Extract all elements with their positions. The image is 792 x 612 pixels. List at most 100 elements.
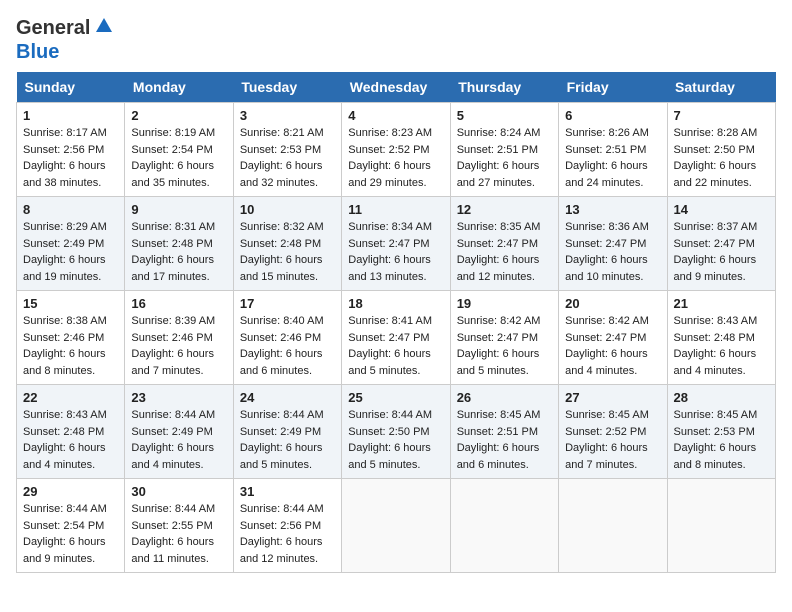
daylight-label: Daylight: 6 hours and 24 minutes. bbox=[565, 160, 648, 189]
calendar-week-1: 1 Sunrise: 8:17 AM Sunset: 2:56 PM Dayli… bbox=[17, 103, 776, 197]
day-info: Sunrise: 8:45 AM Sunset: 2:51 PM Dayligh… bbox=[457, 407, 552, 473]
sunrise-label: Sunrise: 8:44 AM bbox=[348, 409, 432, 421]
day-info: Sunrise: 8:37 AM Sunset: 2:47 PM Dayligh… bbox=[674, 219, 769, 285]
sunrise-label: Sunrise: 8:19 AM bbox=[131, 127, 215, 139]
calendar-cell: 30 Sunrise: 8:44 AM Sunset: 2:55 PM Dayl… bbox=[125, 479, 233, 573]
sunrise-label: Sunrise: 8:39 AM bbox=[131, 315, 215, 327]
day-number: 28 bbox=[674, 390, 769, 405]
day-info: Sunrise: 8:43 AM Sunset: 2:48 PM Dayligh… bbox=[674, 313, 769, 379]
day-number: 25 bbox=[348, 390, 443, 405]
calendar-cell: 8 Sunrise: 8:29 AM Sunset: 2:49 PM Dayli… bbox=[17, 197, 125, 291]
calendar-cell: 11 Sunrise: 8:34 AM Sunset: 2:47 PM Dayl… bbox=[342, 197, 450, 291]
sunset-label: Sunset: 2:46 PM bbox=[240, 332, 321, 344]
calendar-body: 1 Sunrise: 8:17 AM Sunset: 2:56 PM Dayli… bbox=[17, 103, 776, 573]
day-info: Sunrise: 8:26 AM Sunset: 2:51 PM Dayligh… bbox=[565, 125, 660, 191]
sunset-label: Sunset: 2:48 PM bbox=[131, 238, 212, 250]
sunset-label: Sunset: 2:47 PM bbox=[565, 332, 646, 344]
logo: General Blue bbox=[16, 16, 113, 64]
calendar-week-3: 15 Sunrise: 8:38 AM Sunset: 2:46 PM Dayl… bbox=[17, 291, 776, 385]
daylight-label: Daylight: 6 hours and 15 minutes. bbox=[240, 254, 323, 283]
weekday-header-thursday: Thursday bbox=[450, 72, 558, 103]
daylight-label: Daylight: 6 hours and 35 minutes. bbox=[131, 160, 214, 189]
day-info: Sunrise: 8:36 AM Sunset: 2:47 PM Dayligh… bbox=[565, 219, 660, 285]
calendar-cell: 23 Sunrise: 8:44 AM Sunset: 2:49 PM Dayl… bbox=[125, 385, 233, 479]
day-info: Sunrise: 8:35 AM Sunset: 2:47 PM Dayligh… bbox=[457, 219, 552, 285]
sunrise-label: Sunrise: 8:43 AM bbox=[23, 409, 107, 421]
sunrise-label: Sunrise: 8:35 AM bbox=[457, 221, 541, 233]
daylight-label: Daylight: 6 hours and 38 minutes. bbox=[23, 160, 106, 189]
page-header: General Blue bbox=[16, 16, 776, 64]
calendar-cell: 3 Sunrise: 8:21 AM Sunset: 2:53 PM Dayli… bbox=[233, 103, 341, 197]
calendar-cell: 27 Sunrise: 8:45 AM Sunset: 2:52 PM Dayl… bbox=[559, 385, 667, 479]
sunset-label: Sunset: 2:50 PM bbox=[348, 426, 429, 438]
sunset-label: Sunset: 2:47 PM bbox=[674, 238, 755, 250]
daylight-label: Daylight: 6 hours and 27 minutes. bbox=[457, 160, 540, 189]
day-info: Sunrise: 8:24 AM Sunset: 2:51 PM Dayligh… bbox=[457, 125, 552, 191]
day-number: 27 bbox=[565, 390, 660, 405]
weekday-header-sunday: Sunday bbox=[17, 72, 125, 103]
daylight-label: Daylight: 6 hours and 4 minutes. bbox=[131, 442, 214, 471]
sunrise-label: Sunrise: 8:28 AM bbox=[674, 127, 758, 139]
sunset-label: Sunset: 2:51 PM bbox=[565, 144, 646, 156]
day-info: Sunrise: 8:44 AM Sunset: 2:54 PM Dayligh… bbox=[23, 501, 118, 567]
day-number: 19 bbox=[457, 296, 552, 311]
logo-general-text: General bbox=[16, 17, 90, 40]
weekday-header-wednesday: Wednesday bbox=[342, 72, 450, 103]
sunrise-label: Sunrise: 8:41 AM bbox=[348, 315, 432, 327]
calendar-cell: 10 Sunrise: 8:32 AM Sunset: 2:48 PM Dayl… bbox=[233, 197, 341, 291]
day-number: 14 bbox=[674, 202, 769, 217]
day-number: 15 bbox=[23, 296, 118, 311]
sunset-label: Sunset: 2:46 PM bbox=[23, 332, 104, 344]
sunrise-label: Sunrise: 8:42 AM bbox=[565, 315, 649, 327]
calendar-cell: 18 Sunrise: 8:41 AM Sunset: 2:47 PM Dayl… bbox=[342, 291, 450, 385]
day-info: Sunrise: 8:38 AM Sunset: 2:46 PM Dayligh… bbox=[23, 313, 118, 379]
day-number: 20 bbox=[565, 296, 660, 311]
sunset-label: Sunset: 2:47 PM bbox=[457, 332, 538, 344]
sunset-label: Sunset: 2:52 PM bbox=[565, 426, 646, 438]
day-info: Sunrise: 8:28 AM Sunset: 2:50 PM Dayligh… bbox=[674, 125, 769, 191]
calendar-cell: 28 Sunrise: 8:45 AM Sunset: 2:53 PM Dayl… bbox=[667, 385, 775, 479]
calendar-cell: 24 Sunrise: 8:44 AM Sunset: 2:49 PM Dayl… bbox=[233, 385, 341, 479]
sunset-label: Sunset: 2:47 PM bbox=[565, 238, 646, 250]
calendar-cell: 6 Sunrise: 8:26 AM Sunset: 2:51 PM Dayli… bbox=[559, 103, 667, 197]
sunrise-label: Sunrise: 8:31 AM bbox=[131, 221, 215, 233]
logo-blue-text: Blue bbox=[16, 41, 59, 63]
daylight-label: Daylight: 6 hours and 12 minutes. bbox=[457, 254, 540, 283]
calendar-cell: 1 Sunrise: 8:17 AM Sunset: 2:56 PM Dayli… bbox=[17, 103, 125, 197]
calendar-cell: 12 Sunrise: 8:35 AM Sunset: 2:47 PM Dayl… bbox=[450, 197, 558, 291]
day-number: 11 bbox=[348, 202, 443, 217]
day-number: 9 bbox=[131, 202, 226, 217]
sunset-label: Sunset: 2:48 PM bbox=[240, 238, 321, 250]
calendar-week-2: 8 Sunrise: 8:29 AM Sunset: 2:49 PM Dayli… bbox=[17, 197, 776, 291]
weekday-header-saturday: Saturday bbox=[667, 72, 775, 103]
daylight-label: Daylight: 6 hours and 7 minutes. bbox=[131, 348, 214, 377]
calendar-cell bbox=[450, 479, 558, 573]
day-info: Sunrise: 8:44 AM Sunset: 2:49 PM Dayligh… bbox=[131, 407, 226, 473]
day-info: Sunrise: 8:39 AM Sunset: 2:46 PM Dayligh… bbox=[131, 313, 226, 379]
calendar-cell: 13 Sunrise: 8:36 AM Sunset: 2:47 PM Dayl… bbox=[559, 197, 667, 291]
day-number: 18 bbox=[348, 296, 443, 311]
sunrise-label: Sunrise: 8:44 AM bbox=[131, 503, 215, 515]
sunrise-label: Sunrise: 8:29 AM bbox=[23, 221, 107, 233]
weekday-header-friday: Friday bbox=[559, 72, 667, 103]
day-number: 3 bbox=[240, 108, 335, 123]
sunset-label: Sunset: 2:53 PM bbox=[674, 426, 755, 438]
day-number: 5 bbox=[457, 108, 552, 123]
sunrise-label: Sunrise: 8:40 AM bbox=[240, 315, 324, 327]
sunset-label: Sunset: 2:51 PM bbox=[457, 144, 538, 156]
day-number: 6 bbox=[565, 108, 660, 123]
day-number: 10 bbox=[240, 202, 335, 217]
calendar-cell: 5 Sunrise: 8:24 AM Sunset: 2:51 PM Dayli… bbox=[450, 103, 558, 197]
weekday-header-monday: Monday bbox=[125, 72, 233, 103]
day-info: Sunrise: 8:44 AM Sunset: 2:55 PM Dayligh… bbox=[131, 501, 226, 567]
sunrise-label: Sunrise: 8:21 AM bbox=[240, 127, 324, 139]
day-number: 17 bbox=[240, 296, 335, 311]
sunset-label: Sunset: 2:46 PM bbox=[131, 332, 212, 344]
calendar-cell: 17 Sunrise: 8:40 AM Sunset: 2:46 PM Dayl… bbox=[233, 291, 341, 385]
day-info: Sunrise: 8:44 AM Sunset: 2:50 PM Dayligh… bbox=[348, 407, 443, 473]
sunrise-label: Sunrise: 8:45 AM bbox=[457, 409, 541, 421]
sunset-label: Sunset: 2:47 PM bbox=[348, 238, 429, 250]
calendar-cell bbox=[342, 479, 450, 573]
sunrise-label: Sunrise: 8:17 AM bbox=[23, 127, 107, 139]
sunrise-label: Sunrise: 8:34 AM bbox=[348, 221, 432, 233]
